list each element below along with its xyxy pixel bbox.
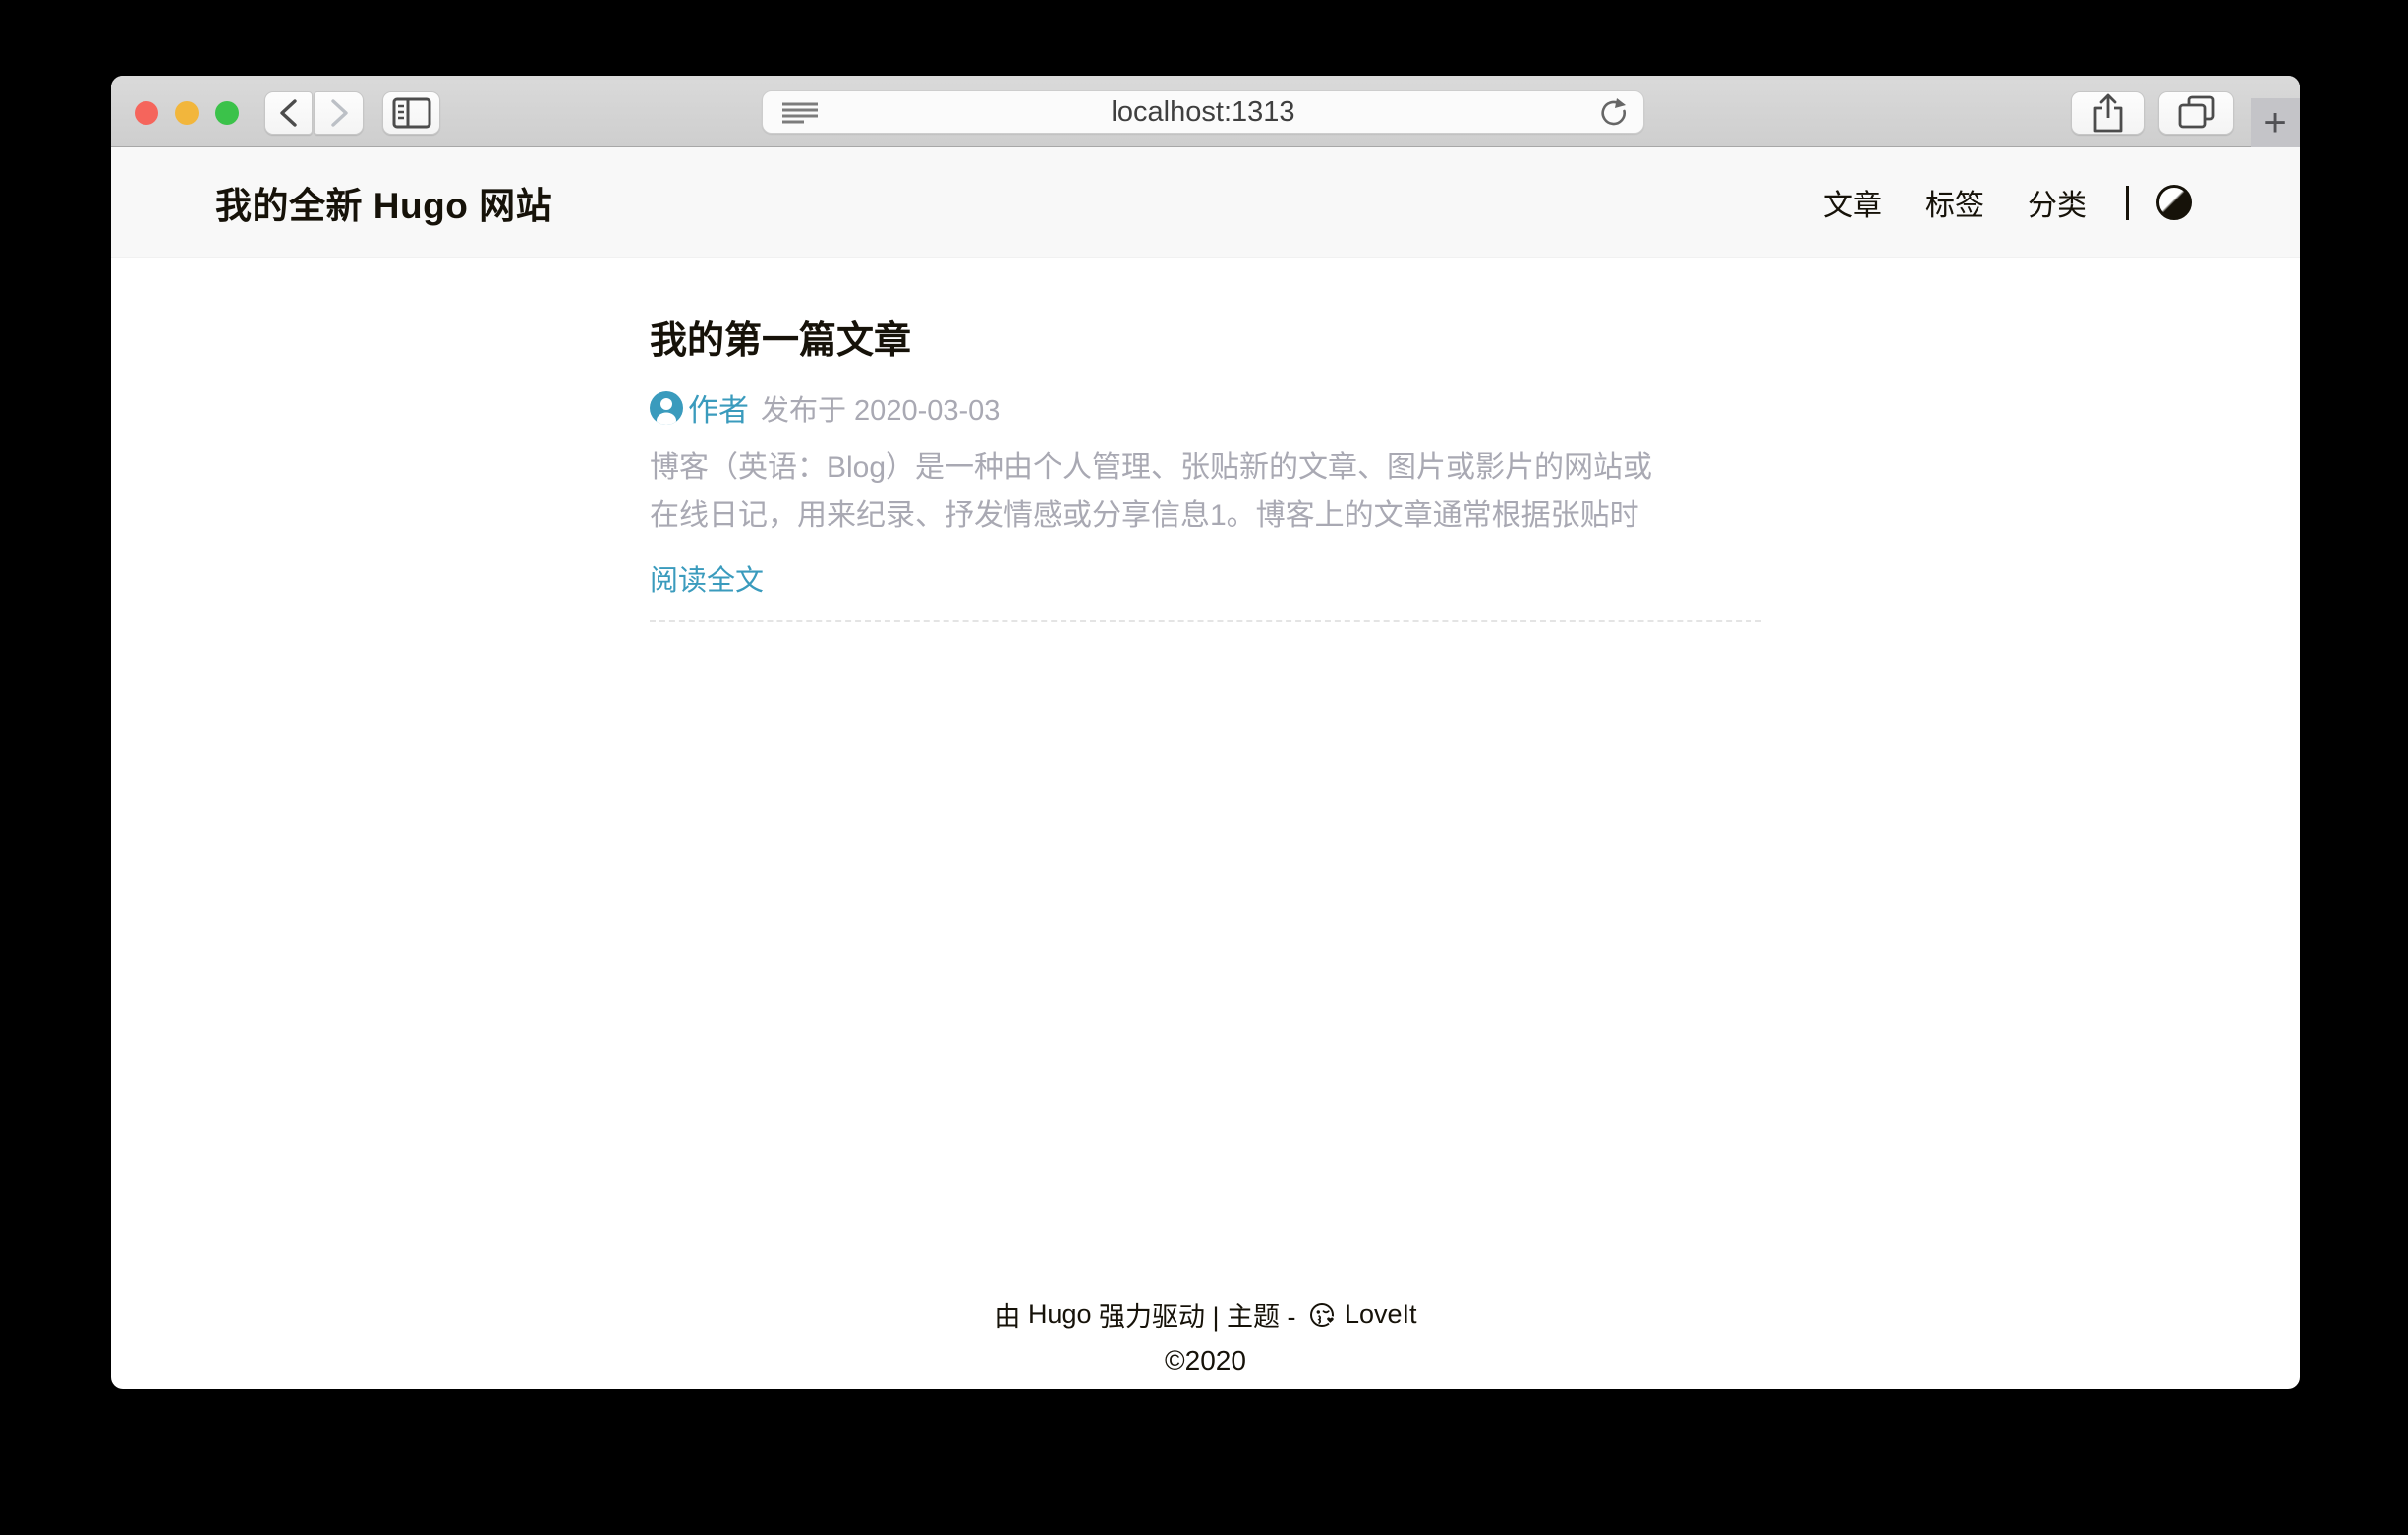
post-summary-card: 我的第一篇文章 作者 发布于 2020-03-03 博客（英语：Blog）是一种…: [650, 310, 1761, 622]
post-divider: [650, 620, 1761, 622]
post-date: 发布于 2020-03-03: [761, 387, 1000, 428]
nav-item-categories[interactable]: 分类: [2028, 181, 2087, 224]
site-footer: 由 Hugo 强力驱动 | 主题 - LoveIt ©2020: [994, 1295, 1416, 1389]
window-controls: [135, 101, 239, 125]
share-icon: [2091, 92, 2126, 134]
chevron-left-icon: [276, 98, 302, 128]
close-window-button[interactable]: [135, 101, 158, 125]
post-title-link[interactable]: 我的第一篇文章: [650, 310, 1761, 364]
footer-powered-line: 由 Hugo 强力驱动 | 主题 - LoveIt: [994, 1295, 1416, 1334]
browser-window: localhost:1313 +: [111, 76, 2300, 1389]
site-title-link[interactable]: 我的全新 Hugo 网站: [215, 176, 552, 229]
footer-middle-text: 强力驱动 | 主题 -: [1091, 1295, 1303, 1334]
tab-overview-button[interactable]: [2158, 91, 2234, 135]
read-more-link[interactable]: 阅读全文: [650, 557, 764, 598]
zoom-window-button[interactable]: [215, 101, 239, 125]
author-link[interactable]: 作者: [688, 385, 749, 429]
post-summary-text: 博客（英语：Blog）是一种由个人管理、张贴新的文章、图片或影片的网站或 在线日…: [650, 443, 1761, 540]
chevron-right-icon: [326, 98, 352, 128]
minimize-window-button[interactable]: [175, 101, 199, 125]
author-avatar-icon: [650, 391, 683, 425]
post-meta: 作者 发布于 2020-03-03: [650, 385, 1761, 429]
page-content: 我的第一篇文章 作者 发布于 2020-03-03 博客（英语：Blog）是一种…: [111, 258, 2300, 1389]
forward-button[interactable]: [314, 91, 364, 135]
summary-line-1: 博客（英语：Blog）是一种由个人管理、张贴新的文章、图片或影片的网站或: [650, 443, 1761, 491]
theme-toggle-icon[interactable]: [2156, 185, 2192, 220]
new-tab-button[interactable]: +: [2251, 98, 2300, 147]
site-header: 我的全新 Hugo 网站 文章 标签 分类: [111, 147, 2300, 258]
nav-divider: [2126, 186, 2129, 220]
site-nav: 文章 标签 分类: [1780, 181, 2192, 224]
kiss-face-icon: [1309, 1301, 1337, 1329]
reload-icon: [1599, 97, 1629, 129]
url-text: localhost:1313: [763, 96, 1643, 129]
hugo-link[interactable]: Hugo: [1028, 1299, 1092, 1330]
reader-mode-icon[interactable]: [780, 100, 820, 126]
share-button[interactable]: [2071, 91, 2145, 135]
sidebar-toggle-button[interactable]: [382, 91, 440, 135]
reload-button[interactable]: [1594, 96, 1634, 130]
footer-copyright: ©2020: [994, 1345, 1416, 1377]
back-button[interactable]: [264, 91, 313, 135]
tabs-icon: [2177, 94, 2216, 132]
nav-item-tags[interactable]: 标签: [1925, 181, 1984, 224]
footer-by-prefix: 由: [994, 1295, 1028, 1334]
address-bar[interactable]: localhost:1313: [762, 90, 1644, 134]
theme-link[interactable]: LoveIt: [1345, 1299, 1417, 1330]
summary-line-2: 在线日记，用来纪录、抒发情感或分享信息1。博客上的文章通常根据张贴时: [650, 491, 1761, 540]
browser-toolbar: localhost:1313 +: [111, 76, 2300, 147]
nav-item-posts[interactable]: 文章: [1823, 181, 1882, 224]
sidebar-icon: [392, 97, 431, 129]
plus-icon: +: [2264, 103, 2286, 142]
